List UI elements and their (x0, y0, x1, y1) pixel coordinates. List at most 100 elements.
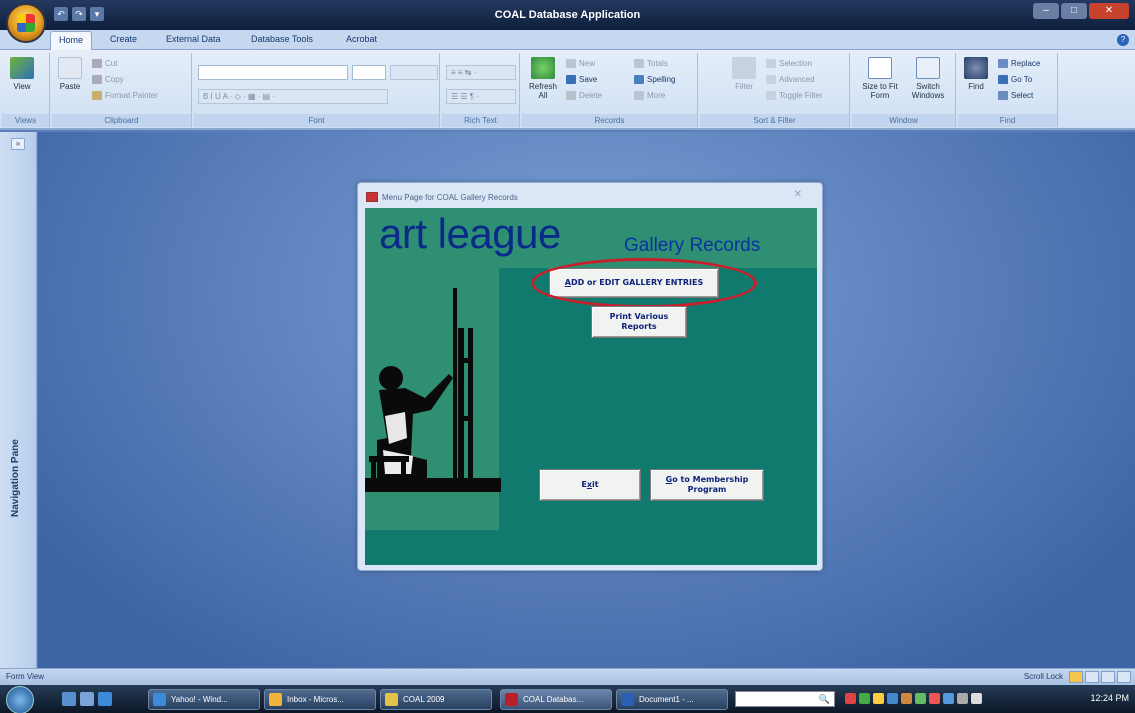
group-label-window: Window (852, 114, 955, 127)
totals-button[interactable]: Totals (634, 59, 668, 69)
more-button[interactable]: More (634, 91, 666, 101)
tab-home[interactable]: Home (50, 31, 93, 50)
spelling-icon (634, 75, 644, 85)
go-to-button[interactable]: Go To (998, 75, 1032, 85)
tab-acrobat[interactable]: Acrobat (346, 34, 377, 44)
select-icon (998, 91, 1008, 101)
copy-icon (92, 75, 102, 85)
delete-record-button[interactable]: Delete (566, 91, 603, 101)
datasheet-view-icon[interactable] (1085, 671, 1099, 683)
font-format-row[interactable]: B I U A · ◇ · ▦ · ▤ · (198, 89, 388, 104)
cut-button[interactable]: Cut (92, 59, 117, 69)
tab-database-tools[interactable]: Database Tools (251, 34, 313, 44)
new-record-button[interactable]: New (566, 59, 595, 69)
design-view-icon[interactable] (1117, 671, 1131, 683)
taskbar-search-input[interactable]: 🔍 (735, 691, 835, 707)
copy-button[interactable]: Copy (92, 75, 124, 85)
tray-icon[interactable] (845, 693, 856, 704)
more-label: More (647, 91, 666, 100)
advanced-label: Advanced (779, 75, 815, 84)
switch-windows-taskbar-icon[interactable] (80, 692, 94, 706)
copy-label: Copy (105, 75, 124, 84)
size-to-fit-icon (868, 57, 892, 79)
taskbar-item-coal-database[interactable]: COAL Databas... (500, 689, 612, 710)
navigation-pane[interactable]: » Navigation Pane (0, 132, 37, 668)
office-button[interactable] (6, 3, 46, 43)
internet-explorer-icon[interactable] (98, 692, 112, 706)
tray-icon[interactable] (943, 693, 954, 704)
taskbar-item-coal-2009[interactable]: COAL 2009 (380, 689, 492, 710)
spelling-button[interactable]: Spelling (634, 75, 675, 85)
switch-windows-button[interactable]: Switch Windows (904, 57, 952, 100)
show-desktop-icon[interactable] (62, 692, 76, 706)
window-title: COAL Database Application (494, 9, 641, 21)
advanced-button[interactable]: Advanced (766, 75, 815, 85)
tab-external-data[interactable]: External Data (166, 34, 221, 44)
size-to-fit-button[interactable]: Size to Fit Form (858, 57, 902, 100)
network-icon[interactable] (957, 693, 968, 704)
save-record-button[interactable]: Save (566, 75, 597, 85)
start-button[interactable] (6, 686, 34, 713)
view-icon (10, 57, 34, 79)
format-painter-button[interactable]: Format Painter (92, 91, 158, 101)
print-various-reports-button[interactable]: Print Various Reports (591, 306, 687, 338)
find-button[interactable]: Find (964, 57, 988, 91)
group-rich-text: ≡ ≡ ↹ · ☰ ☰ ¶ · Rich Text (442, 53, 520, 127)
font-size-dropdown[interactable] (352, 65, 386, 80)
delete-label: Delete (579, 91, 603, 100)
form-view-icon[interactable] (1069, 671, 1083, 683)
advanced-icon (766, 75, 776, 85)
group-clipboard: Paste Cut Copy Format Painter Clipboard (52, 53, 192, 127)
tab-create[interactable]: Create (110, 34, 137, 44)
system-tray (845, 693, 982, 704)
taskbar-label: Inbox - Micros... (287, 695, 344, 704)
word-icon (621, 693, 634, 706)
view-button[interactable]: View (10, 57, 34, 91)
tray-icon[interactable] (915, 693, 926, 704)
minimize-button[interactable]: – (1033, 3, 1059, 19)
tray-icon[interactable] (929, 693, 940, 704)
paste-button[interactable]: Paste (58, 57, 82, 91)
group-label-find: Find (958, 114, 1057, 127)
align-buttons[interactable] (390, 65, 438, 80)
taskbar-item-document1[interactable]: Document1 - ... (616, 689, 728, 710)
nav-pane-toggle-icon[interactable]: » (11, 138, 25, 150)
taskbar-item-yahoo[interactable]: Yahoo! - Wind... (148, 689, 260, 710)
volume-icon[interactable] (971, 693, 982, 704)
help-icon[interactable]: ? (1117, 34, 1129, 46)
browser-icon (153, 693, 166, 706)
folder-icon (385, 693, 398, 706)
add-edit-gallery-entries-button[interactable]: ADD or EDIT GALLERY ENTRIES (549, 268, 719, 298)
maximize-button[interactable]: □ (1061, 3, 1087, 19)
refresh-all-button[interactable]: Refresh All (526, 57, 560, 100)
indent-buttons[interactable]: ≡ ≡ ↹ · (446, 65, 516, 80)
tray-icon[interactable] (859, 693, 870, 704)
select-button[interactable]: Select (998, 91, 1033, 101)
tray-icon[interactable] (873, 693, 884, 704)
font-name-dropdown[interactable] (198, 65, 348, 80)
filter-button[interactable]: Filter (732, 57, 756, 91)
layout-view-icon[interactable] (1101, 671, 1115, 683)
taskbar-clock: 12:24 PM (1090, 693, 1129, 703)
switch-windows-label: Switch Windows (911, 82, 945, 100)
print-reports-label: Print Various Reports (609, 312, 669, 331)
brand-title: art league (379, 210, 561, 257)
artist-easel-illustration (365, 288, 501, 492)
replace-button[interactable]: Replace (998, 59, 1040, 69)
taskbar-item-inbox[interactable]: Inbox - Micros... (264, 689, 376, 710)
close-button[interactable]: ✕ (1089, 3, 1129, 19)
go-to-membership-button[interactable]: Go to Membership Program (650, 469, 764, 501)
go-to-icon (998, 75, 1008, 85)
tray-icon[interactable] (901, 693, 912, 704)
form-close-button[interactable]: ✕ (794, 189, 802, 200)
paste-icon (58, 57, 82, 79)
toggle-filter-button[interactable]: Toggle Filter (766, 91, 823, 101)
view-label: View (13, 82, 31, 91)
taskbar-label: COAL Databas... (523, 695, 584, 704)
list-buttons[interactable]: ☰ ☰ ¶ · (446, 89, 516, 104)
toggle-filter-label: Toggle Filter (779, 91, 823, 100)
tray-icon[interactable] (887, 693, 898, 704)
selection-button[interactable]: Selection (766, 59, 812, 69)
exit-button[interactable]: Exit (539, 469, 641, 501)
totals-label: Totals (647, 59, 668, 68)
